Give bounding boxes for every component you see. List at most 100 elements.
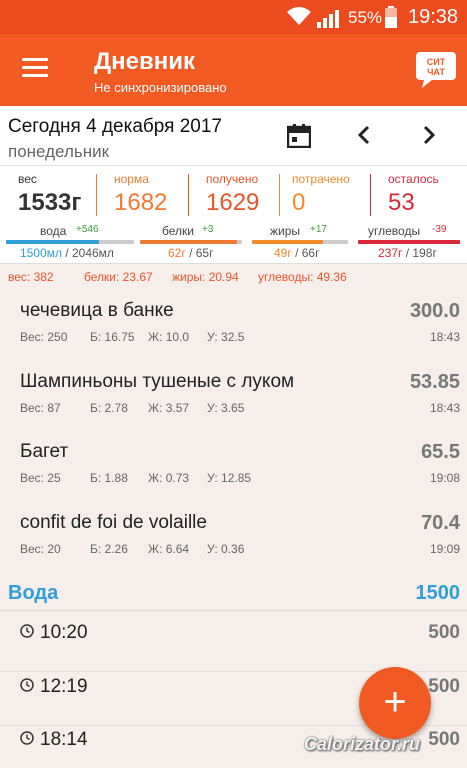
- macro-delta: +3: [202, 224, 214, 235]
- food-carbs: У: 3.65: [207, 401, 245, 415]
- total-protein: белки: 23.67: [84, 270, 153, 284]
- macro-delta: +546: [76, 224, 99, 235]
- calendar-icon[interactable]: [287, 124, 311, 148]
- meal-totals: вес: 382 белки: 23.67 жиры: 20.94 углево…: [0, 270, 467, 286]
- food-fat: Ж: 3.57: [148, 401, 190, 415]
- weekday: понедельник: [8, 142, 110, 161]
- stat-label: норма: [114, 172, 149, 186]
- page-title: Дневник: [94, 48, 195, 75]
- date-title: Сегодня 4 декабря 2017: [8, 116, 222, 137]
- divider: [0, 610, 467, 611]
- food-carbs: У: 0.36: [207, 542, 245, 556]
- progress-track: [252, 240, 348, 244]
- stat-divider: [370, 174, 371, 216]
- sync-status: Не синхронизировано: [94, 80, 227, 95]
- stat-value: 1629: [206, 189, 260, 216]
- stat-value: 0: [292, 189, 306, 216]
- total-weight: вес: 382: [8, 270, 54, 284]
- stat-received: получено 1629: [206, 172, 282, 216]
- stat-norm: норма 1682: [114, 172, 190, 216]
- add-button[interactable]: +: [359, 667, 431, 739]
- wifi-icon: [287, 7, 311, 25]
- macro-fat: жиры +17 49г / 66г: [252, 224, 352, 260]
- progress-fill: [140, 240, 237, 244]
- macro-norm: 2046мл: [71, 246, 114, 260]
- food-weight: Вес: 20: [20, 542, 61, 556]
- stat-label: получено: [206, 172, 259, 186]
- stat-value: 1533г: [18, 189, 82, 216]
- app-bar: Дневник Не синхронизировано СИТ ЧАТ: [0, 34, 467, 106]
- macro-amount: 62г / 65г: [168, 246, 214, 260]
- macro-norm: 198г: [412, 246, 437, 260]
- stat-divider: [188, 174, 189, 216]
- food-fat: Ж: 6.64: [148, 542, 190, 556]
- macro-consumed: 62г: [168, 246, 186, 260]
- macro-water: вода +546 1500мл / 2046мл: [6, 224, 134, 260]
- food-kcal: 65.5: [421, 441, 460, 463]
- food-item[interactable]: Шампиньоны тушеные с луком 53.85 Вес: 87…: [0, 371, 467, 441]
- macro-delta: +17: [310, 224, 327, 235]
- food-time: 19:09: [429, 542, 460, 556]
- watermark: Calorizator.ru: [304, 734, 421, 754]
- battery-icon: [385, 6, 397, 28]
- stat-divider: [96, 174, 97, 216]
- food-protein: Б: 2.26: [90, 542, 128, 556]
- macro-label: жиры: [270, 224, 301, 238]
- food-item[interactable]: confit de foi de volaille 70.4 Вес: 20 Б…: [0, 512, 467, 582]
- progress-track: [358, 240, 460, 244]
- clock-icon: [20, 731, 34, 745]
- food-item[interactable]: Багет 65.5 Вес: 25 Б: 1.88 Ж: 0.73 У: 12…: [0, 441, 467, 511]
- svg-text:СИТ: СИТ: [427, 57, 446, 67]
- water-amount: 500: [428, 729, 460, 750]
- clock-icon: [20, 678, 34, 692]
- water-time: 10:20: [40, 622, 88, 643]
- macro-norm: 65г: [195, 246, 214, 260]
- stat-divider: [279, 174, 280, 216]
- progress-fill: [358, 240, 460, 244]
- food-kcal: 70.4: [421, 512, 460, 534]
- battery-percent: 55%: [348, 8, 383, 27]
- macro-carbs: углеводы -39 237г / 198г: [358, 224, 462, 260]
- signal-icon: [317, 10, 339, 28]
- svg-text:ЧАТ: ЧАТ: [427, 67, 445, 77]
- status-time: 19:38: [408, 6, 459, 28]
- chevron-left-icon[interactable]: [356, 124, 372, 146]
- chevron-right-icon[interactable]: [421, 124, 437, 146]
- stat-label: осталось: [388, 172, 439, 186]
- macro-protein: белки +3 62г / 65г: [140, 224, 242, 260]
- macro-label: углеводы: [368, 224, 421, 238]
- stat-value: 1682: [114, 189, 168, 216]
- stat-weight: вес 1533г: [18, 172, 94, 216]
- water-amount: 500: [428, 676, 460, 697]
- food-kcal: 300.0: [409, 300, 460, 322]
- progress-track: [140, 240, 242, 244]
- food-kcal: 53.85: [409, 371, 460, 393]
- food-weight: Вес: 25: [20, 471, 61, 485]
- food-carbs: У: 12.85: [207, 471, 252, 485]
- total-fat: жиры: 20.94: [172, 270, 239, 284]
- food-item[interactable]: чечевица в банке 300.0 Вес: 250 Б: 16.75…: [0, 300, 467, 370]
- macro-amount: 1500мл / 2046мл: [20, 246, 114, 260]
- water-entry[interactable]: 10:20 500: [0, 620, 467, 672]
- food-time: 19:08: [429, 471, 460, 485]
- food-protein: Б: 16.75: [90, 330, 135, 344]
- food-name: Шампиньоны тушеные с луком: [20, 371, 295, 392]
- macro-consumed: 237г: [378, 246, 403, 260]
- macro-consumed: 1500мл: [20, 246, 62, 260]
- water-time: 18:14: [40, 729, 88, 750]
- menu-icon[interactable]: [22, 58, 48, 80]
- water-total: 1500: [415, 582, 461, 604]
- macro-consumed: 49г: [274, 246, 292, 260]
- stat-value: 53: [388, 189, 415, 216]
- water-label: Вода: [8, 582, 59, 604]
- food-time: 18:43: [429, 330, 460, 344]
- food-carbs: У: 32.5: [207, 330, 245, 344]
- macros-bar: вода +546 1500мл / 2046мл белки +3 62г /…: [0, 218, 467, 264]
- calorie-stats: вес 1533г норма 1682 получено 1629 потра…: [0, 166, 467, 218]
- food-fat: Ж: 10.0: [148, 330, 190, 344]
- chat-icon[interactable]: СИТ ЧАТ: [414, 48, 458, 92]
- macro-amount: 49г / 66г: [274, 246, 320, 260]
- food-weight: Вес: 250: [20, 330, 68, 344]
- food-name: чечевица в банке: [20, 300, 174, 321]
- food-protein: Б: 2.78: [90, 401, 128, 415]
